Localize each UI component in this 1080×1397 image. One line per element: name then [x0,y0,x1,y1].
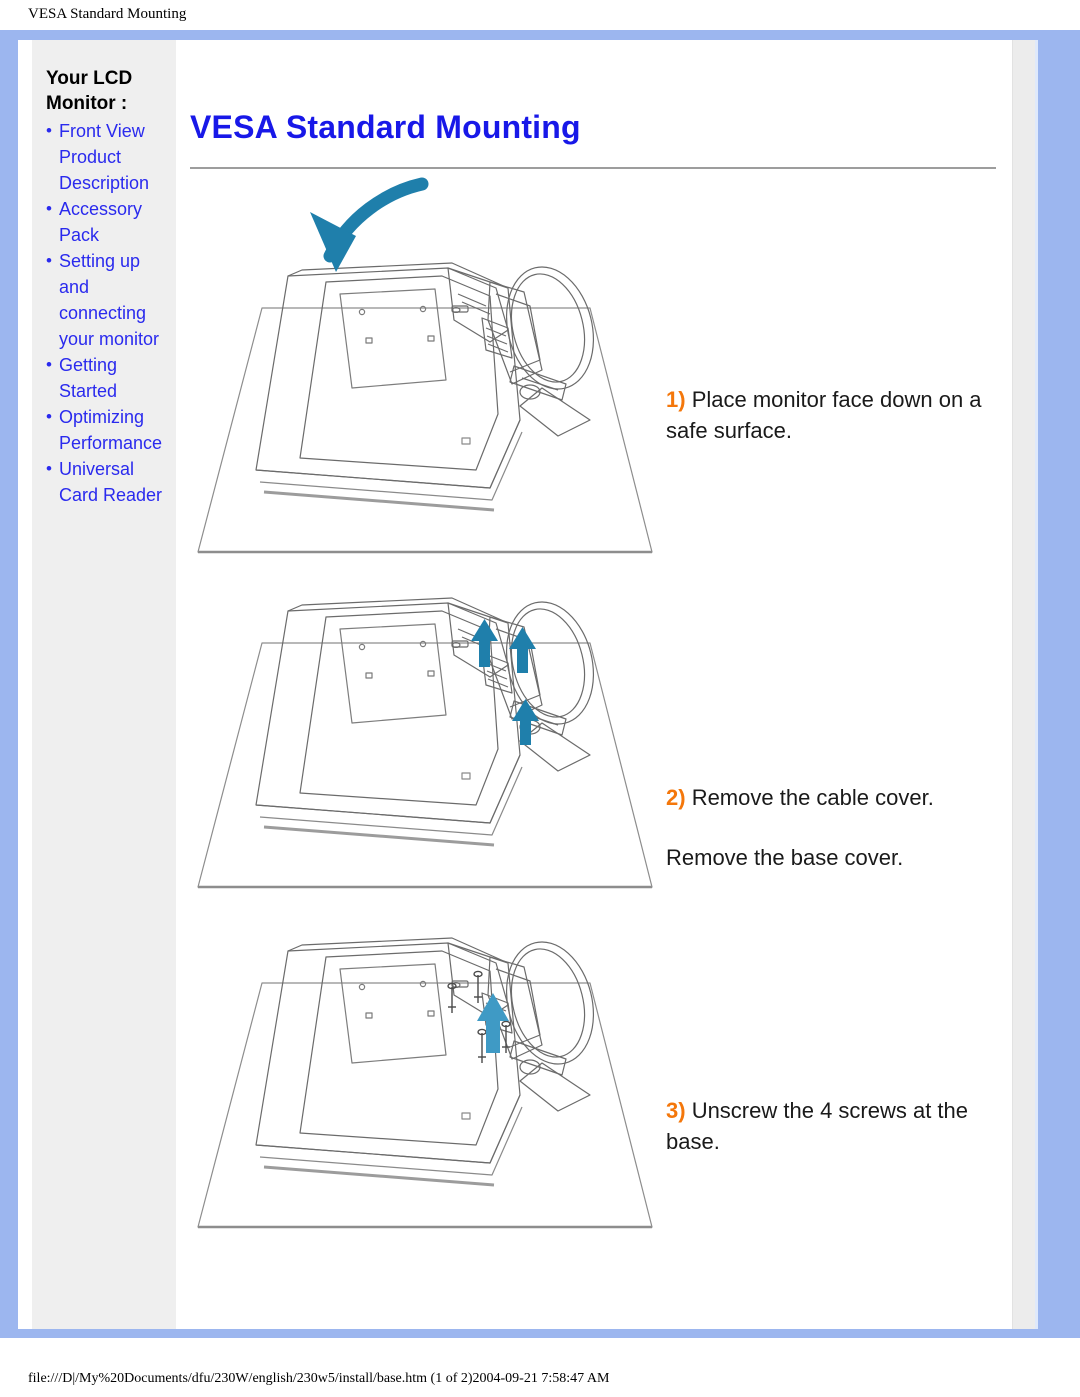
step-3-body: Unscrew the 4 screws at the base. [666,1098,969,1154]
step-2-subtext: Remove the base cover. [666,845,904,870]
step-3-number: 3) [666,1098,686,1123]
sidebar-heading: Your LCD Monitor : [46,68,133,114]
step-2-body: Remove the cable cover. [691,785,934,810]
page-title: VESA Standard Mounting [190,109,581,146]
sidebar-item-front-view-product-description[interactable]: Front View Product Description [46,118,172,196]
browser-print-header: VESA Standard Mounting [28,6,187,22]
step-1-number: 1) [666,387,686,412]
step-2-row: 2) Remove the cable cover. Remove the ba… [176,585,1016,915]
step-1-row: 1) Place monitor face down on a safe sur… [176,170,1016,570]
sidebar-link-list: Front View Product Description Accessory… [46,118,172,508]
sidebar-item-getting-started[interactable]: Getting Started [46,352,172,404]
unscrew-base-screws-illustration [190,925,660,1255]
document-blue-frame: Your LCD Monitor : Front View Product De… [0,30,1080,1338]
sidebar-item-setting-up-and-connecting-your-monitor[interactable]: Setting up and connecting your monitor [46,248,172,352]
main-content: VESA Standard Mounting 1) Place monitor … [176,40,1016,1329]
document-page: Your LCD Monitor : Front View Product De… [18,40,1038,1329]
sidebar-item-optimizing-performance[interactable]: Optimizing Performance [46,404,172,456]
sidebar-navigation: Your LCD Monitor : Front View Product De… [32,40,176,1329]
step-3-row: 3) Unscrew the 4 screws at the base. [176,925,1016,1295]
sidebar-item-universal-card-reader[interactable]: Universal Card Reader [46,456,172,508]
step-1-body: Place monitor face down on a safe surfac… [666,387,982,443]
step-3-text: 3) Unscrew the 4 screws at the base. [666,1095,1016,1157]
sidebar-item-accessory-pack[interactable]: Accessory Pack [46,196,172,248]
down-arrow-icon [310,177,429,272]
step-2-text: 2) Remove the cable cover. Remove the ba… [666,782,1016,873]
step-1-text: 1) Place monitor face down on a safe sur… [666,384,1016,446]
browser-print-footer: file:///D|/My%20Documents/dfu/230W/engli… [28,1371,610,1386]
monitor-face-down-illustration [190,170,660,570]
remove-cable-cover-illustration [190,585,660,905]
title-divider [190,167,996,169]
step-2-number: 2) [666,785,686,810]
